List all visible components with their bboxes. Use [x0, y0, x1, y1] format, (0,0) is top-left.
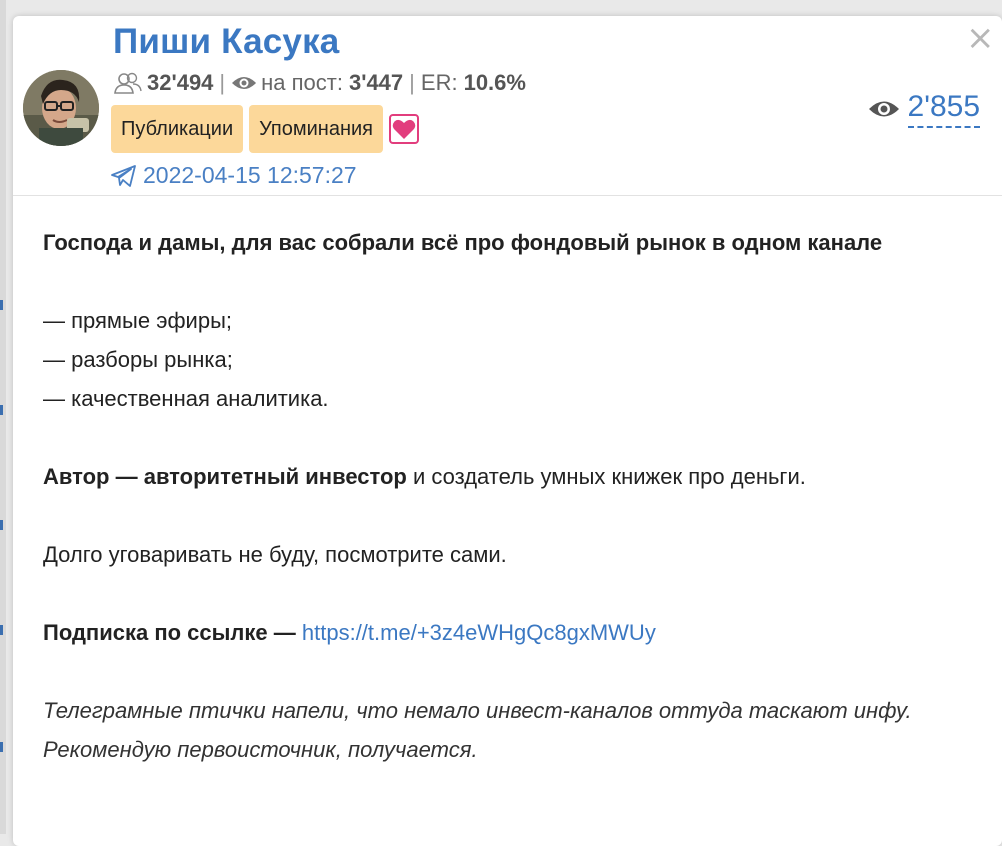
subscribers-count: 32'494 — [147, 70, 214, 95]
post-date[interactable]: 2022-04-15 12:57:27 — [111, 162, 357, 189]
post-footnote: Телеграмные птички напели, что немало ин… — [43, 698, 912, 762]
favorite-button[interactable] — [389, 114, 420, 144]
post-body: Господа и дамы, для вас собрали всё про … — [43, 223, 943, 769]
eye-icon — [231, 74, 257, 92]
post-views: 2'855 — [868, 90, 980, 128]
views-count[interactable]: 2'855 — [907, 90, 980, 128]
post-card: × Пиши Касука 32'494 | на пост: 3'447 | … — [13, 16, 1002, 846]
background-frame — [0, 0, 6, 834]
list-item: — качественная аналитика. — [43, 386, 329, 411]
eye-icon — [868, 101, 899, 117]
post-author-line: Автор — авторитетный инвестор и создател… — [43, 464, 806, 489]
post-headline: Господа и дамы, для вас собрали всё про … — [43, 230, 883, 255]
reach-value: 3'447 — [348, 70, 404, 95]
post-subscribe-line: Подписка по ссылке — https://t.me/+3z4eW… — [43, 620, 656, 645]
channel-tags: Публикации Упоминания — [111, 105, 420, 153]
er-label: ER: — [420, 70, 458, 95]
list-item: — разборы рынка; — [43, 347, 233, 372]
mentions-button[interactable]: Упоминания — [249, 105, 384, 153]
reach-label: на пост: — [261, 70, 343, 95]
post-date-text: 2022-04-15 12:57:27 — [143, 162, 357, 188]
heart-icon — [392, 119, 416, 139]
publications-button[interactable]: Публикации — [111, 105, 244, 153]
post-persuade-line: Долго уговаривать не буду, посмотрите са… — [43, 542, 507, 567]
list-item: — прямые эфиры; — [43, 308, 232, 333]
header-divider — [13, 195, 1002, 196]
channel-stats: 32'494 | на пост: 3'447 | ER: 10.6% — [113, 70, 526, 96]
channel-title[interactable]: Пиши Касука — [113, 22, 339, 62]
telegram-plane-icon — [111, 164, 136, 187]
subscribers-icon — [113, 72, 143, 94]
er-value: 10.6% — [463, 70, 526, 95]
subscribe-link[interactable]: https://t.me/+3z4eWHgQc8gxMWUy — [302, 620, 656, 645]
channel-avatar[interactable] — [23, 70, 99, 146]
close-icon[interactable]: × — [966, 21, 995, 55]
